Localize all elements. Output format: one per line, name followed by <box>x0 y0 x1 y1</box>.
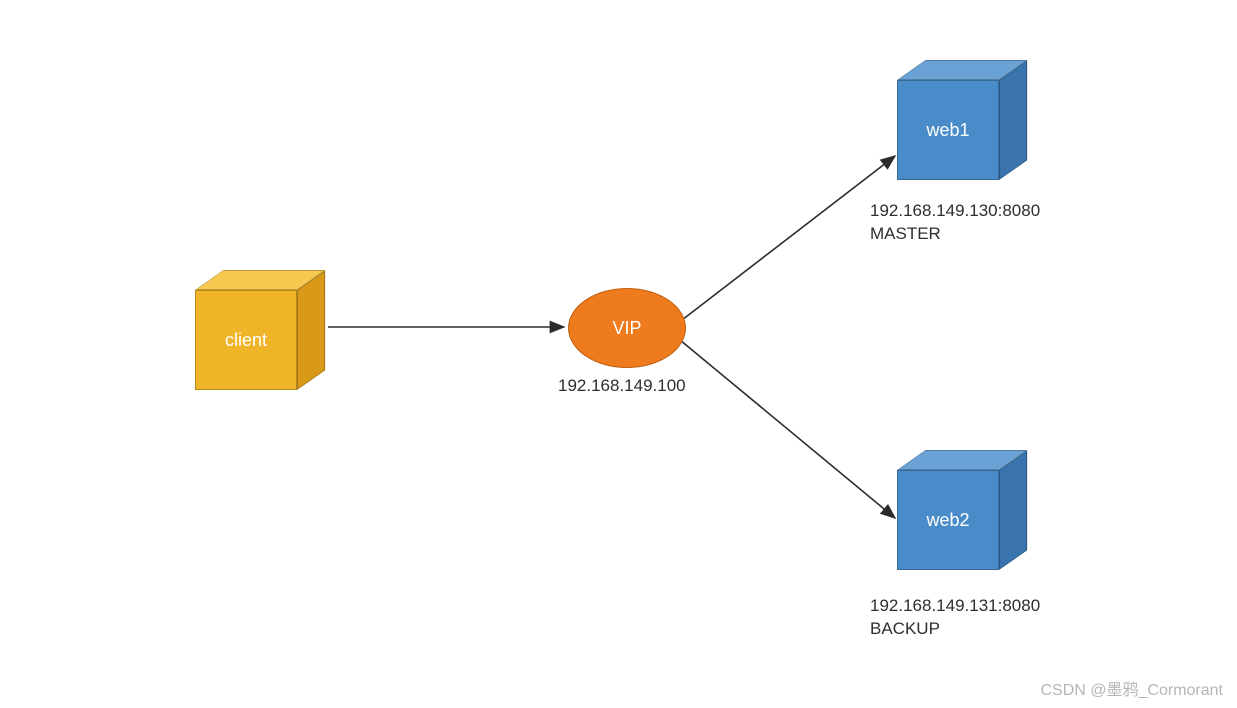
web2-label: web2 <box>897 470 999 570</box>
vip-label: VIP <box>612 318 641 339</box>
web2-node: web2 <box>897 450 1007 560</box>
client-node: client <box>195 270 305 380</box>
web1-sub: 192.168.149.130:8080 MASTER <box>870 200 1040 246</box>
watermark: CSDN @墨鸦_Cormorant <box>1040 676 1223 700</box>
client-label: client <box>195 290 297 390</box>
vip-node: VIP <box>568 288 686 368</box>
web1-node: web1 <box>897 60 1007 170</box>
web1-label: web1 <box>897 80 999 180</box>
diagram-canvas: client VIP 192.168.149.100 web1 192.168.… <box>0 0 1237 708</box>
web2-sub: 192.168.149.131:8080 BACKUP <box>870 595 1040 641</box>
vip-ip: 192.168.149.100 <box>558 375 686 398</box>
